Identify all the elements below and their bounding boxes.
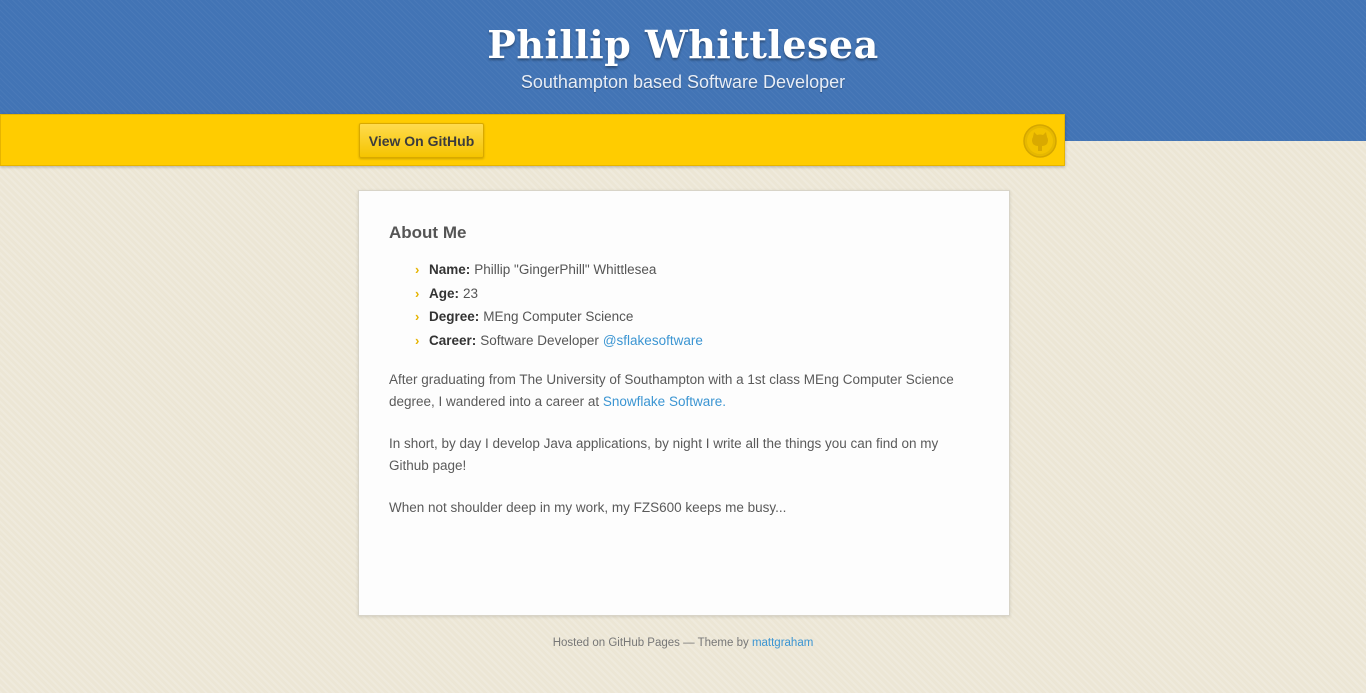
footer: Hosted on GitHub Pages — Theme by mattgr… xyxy=(0,637,1366,649)
chevron-right-icon: › xyxy=(415,285,420,301)
chevron-right-icon: › xyxy=(415,262,420,277)
hobby-paragraph: When not shoulder deep in my work, my FZ… xyxy=(389,500,787,515)
about-card: About Me › Name: Phillip "GingerPhill" W… xyxy=(358,190,1010,616)
theme-author-link[interactable]: mattgraham xyxy=(752,637,813,649)
chevron-right-icon: › xyxy=(415,332,420,348)
sflakesoftware-link[interactable]: @sflakesoftware xyxy=(603,329,703,353)
list-item: › Age: 23 xyxy=(415,282,703,306)
list-item: › Name: Phillip "GingerPhill" Whittlesea xyxy=(415,258,703,282)
site-title: Phillip Whittlesea xyxy=(487,22,879,67)
site-subtitle: Southampton based Software Developer xyxy=(520,72,846,92)
chevron-right-icon: › xyxy=(415,309,420,324)
intro-paragraph: After graduating from The University of … xyxy=(389,369,979,413)
about-heading: About Me xyxy=(389,223,467,242)
list-item: › Degree: MEng Computer Science xyxy=(415,305,703,329)
fact-value: 23 xyxy=(463,285,479,301)
snowflake-software-link[interactable]: Snowflake Software. xyxy=(603,394,726,409)
footer-text: Hosted on GitHub Pages — Theme by xyxy=(552,637,749,649)
fact-label: Career: xyxy=(429,332,477,348)
fact-label: Age: xyxy=(429,285,459,301)
toolbar: View On GitHub xyxy=(0,114,1065,166)
fact-value: Phillip "GingerPhill" Whittlesea xyxy=(474,262,657,277)
github-octocat-icon[interactable] xyxy=(1022,124,1058,158)
fact-value: Software Developer xyxy=(480,332,599,348)
fact-value: MEng Computer Science xyxy=(483,309,634,324)
fact-label: Degree: xyxy=(429,309,480,324)
fact-label: Name: xyxy=(429,262,471,277)
list-item: › Career: Software Developer @sflakesoft… xyxy=(415,329,703,353)
view-on-github-button[interactable]: View On GitHub xyxy=(359,123,484,158)
facts-list: › Name: Phillip "GingerPhill" Whittlesea… xyxy=(415,258,703,352)
day-night-paragraph: In short, by day I develop Java applicat… xyxy=(389,436,939,473)
